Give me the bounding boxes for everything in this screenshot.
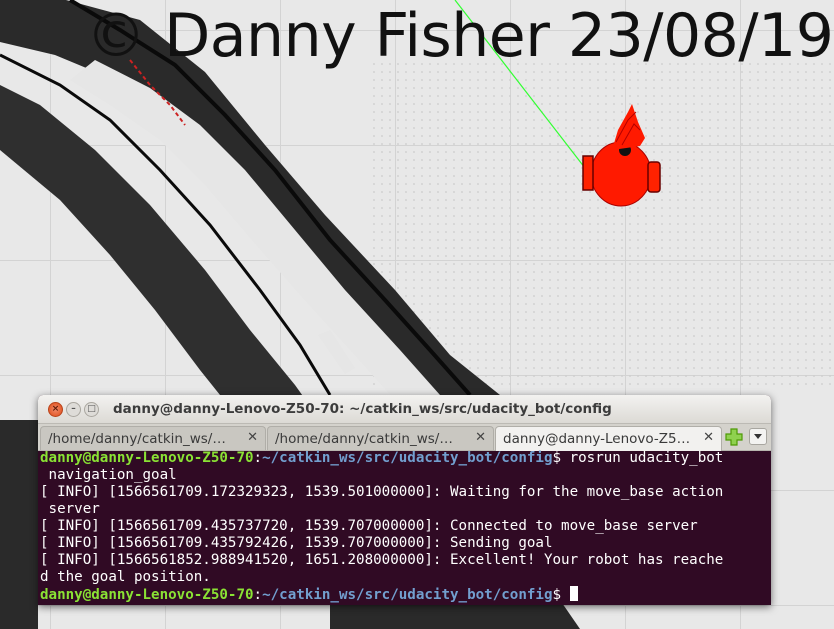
output-line: [ INFO] [1566561709.172329323, 1539.5010…: [40, 484, 724, 500]
terminal-tab-3[interactable]: danny@danny-Lenovo-Z5… ✕: [495, 426, 722, 451]
command-continuation: navigation_goal: [40, 467, 177, 483]
map-obstacle-bottom: [0, 420, 38, 629]
terminal-output[interactable]: danny@danny-Lenovo-Z50-70:~/catkin_ws/sr…: [38, 450, 771, 605]
output-line: d the goal position.: [40, 569, 211, 585]
tab-close-icon[interactable]: ✕: [475, 430, 486, 445]
window-title: danny@danny-Lenovo-Z50-70: ~/catkin_ws/s…: [113, 401, 612, 417]
terminal-tab-1[interactable]: /home/danny/catkin_ws/… ✕: [40, 426, 266, 450]
tab-close-icon[interactable]: ✕: [703, 430, 714, 445]
terminal-window[interactable]: × – □ danny@danny-Lenovo-Z50-70: ~/catki…: [38, 395, 771, 605]
minimize-icon[interactable]: –: [66, 402, 81, 417]
prompt-line[interactable]: danny@danny-Lenovo-Z50-70:~/catkin_ws/sr…: [40, 586, 769, 603]
terminal-tab-2[interactable]: /home/danny/catkin_ws/… ✕: [267, 426, 494, 450]
robot-model: [582, 104, 661, 207]
tab-label: /home/danny/catkin_ws/…: [275, 431, 453, 447]
output-line: [ INFO] [1566561852.988941520, 1651.2080…: [40, 552, 724, 568]
add-tab-icon[interactable]: [724, 427, 744, 447]
prompt-user: danny@danny-Lenovo-Z50-70: [40, 450, 254, 466]
prompt-symbol: $: [552, 587, 562, 603]
prompt-path: ~/catkin_ws/src/udacity_bot/config: [262, 587, 553, 603]
maximize-icon[interactable]: □: [84, 402, 99, 417]
tab-label: danny@danny-Lenovo-Z5…: [503, 431, 691, 447]
tab-label: /home/danny/catkin_ws/…: [48, 431, 226, 447]
command-line: danny@danny-Lenovo-Z50-70:~/catkin_ws/sr…: [40, 450, 724, 466]
watermark-text: © Danny Fisher 23/08/19: [86, 1, 834, 71]
terminal-tabbar: /home/danny/catkin_ws/… ✕ /home/danny/ca…: [38, 424, 771, 451]
prompt-symbol: $: [552, 450, 562, 466]
command-text: rosrun udacity_bot: [561, 450, 724, 466]
tab-close-icon[interactable]: ✕: [247, 430, 258, 445]
output-line: server: [40, 501, 100, 517]
terminal-titlebar[interactable]: × – □ danny@danny-Lenovo-Z50-70: ~/catki…: [38, 395, 771, 424]
prompt-user: danny@danny-Lenovo-Z50-70: [40, 587, 254, 603]
output-line: [ INFO] [1566561709.435792426, 1539.7070…: [40, 535, 553, 551]
output-line: [ INFO] [1566561709.435737720, 1539.7070…: [40, 518, 698, 534]
chevron-down-icon[interactable]: [749, 428, 767, 445]
text-cursor: [569, 586, 578, 601]
prompt-path: ~/catkin_ws/src/udacity_bot/config: [262, 450, 553, 466]
close-icon[interactable]: ×: [48, 402, 63, 417]
